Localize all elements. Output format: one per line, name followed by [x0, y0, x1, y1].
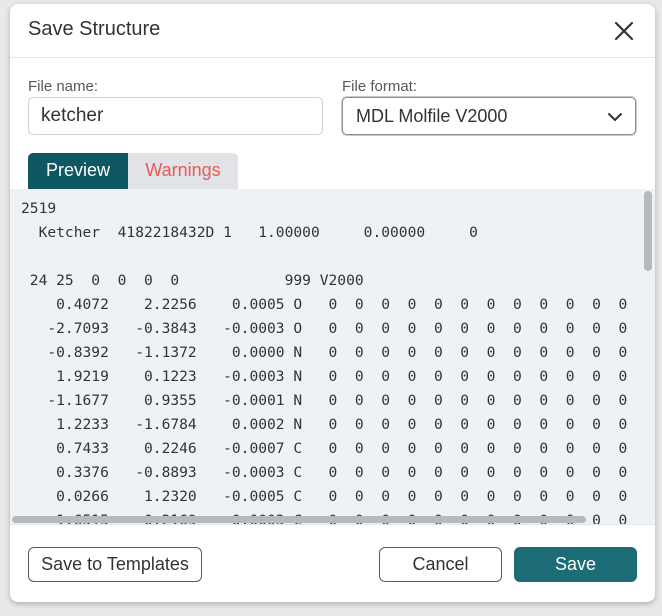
tab-preview[interactable]: Preview: [28, 153, 128, 189]
cancel-button[interactable]: Cancel: [379, 547, 502, 582]
file-name-label: File name:: [28, 78, 99, 95]
vertical-scrollbar-thumb[interactable]: [644, 191, 652, 271]
horizontal-scrollbar-thumb[interactable]: [12, 516, 586, 523]
close-button[interactable]: [613, 20, 635, 42]
file-format-select[interactable]: MDL Molfile V2000: [342, 97, 636, 135]
save-structure-dialog: Save Structure File name: File format: M…: [10, 4, 655, 602]
preview-text: 2519 Ketcher 4182218432D 1 1.00000 0.000…: [21, 200, 628, 524]
chevron-down-icon: [608, 113, 622, 121]
file-format-label: File format:: [342, 78, 418, 95]
vertical-scrollbar[interactable]: [644, 189, 652, 524]
molfile-preview[interactable]: 2519 Ketcher 4182218432D 1 1.00000 0.000…: [10, 189, 655, 524]
save-to-templates-button[interactable]: Save to Templates: [28, 547, 202, 582]
close-icon: [614, 21, 634, 41]
file-format-value: MDL Molfile V2000: [356, 106, 508, 126]
save-button[interactable]: Save: [514, 547, 637, 582]
file-name-input[interactable]: [28, 97, 323, 135]
horizontal-scrollbar[interactable]: [10, 516, 644, 524]
tab-warnings[interactable]: Warnings: [128, 153, 238, 189]
dialog-header: Save Structure: [10, 4, 655, 58]
dialog-title: Save Structure: [28, 18, 161, 40]
